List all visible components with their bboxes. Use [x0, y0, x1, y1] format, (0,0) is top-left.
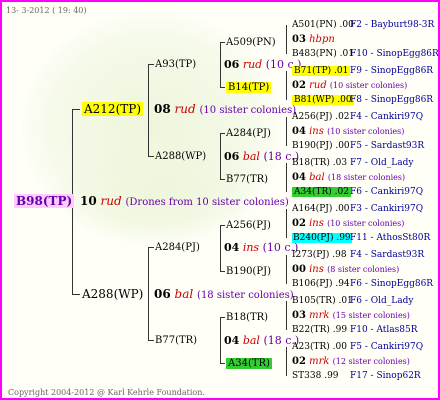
l4-top-7[interactable]: B105(TR) .01	[292, 295, 353, 308]
l4-bot-7-origin: F10 - Atlas85R	[350, 325, 418, 335]
l4-bot-4-origin: F6 - Cankiri97Q	[350, 187, 424, 197]
l2-node-1-info: 06 rud (10 c.)	[224, 58, 302, 71]
l4-top-2-origin: F9 - SinopEgg86R	[350, 66, 434, 76]
l4-mid-5: 02 ins (10 sister colonies)	[292, 218, 405, 229]
l4-bot-6-origin: F6 - SinopEgg86R	[350, 279, 434, 289]
l4-bot-2-origin: F8 - SinopEgg86R	[350, 95, 434, 105]
l3-node-4[interactable]: B77(TR)	[226, 173, 268, 186]
l3-node-8[interactable]: A34(TR)	[226, 357, 272, 370]
l4-mid-6: 00 ins (8 sister colonies)	[292, 264, 400, 275]
l2-node-2[interactable]: A288(WP)	[155, 150, 206, 163]
dam-1-info: 06 bal (18 sister colonies)	[154, 287, 294, 301]
l2-node-3-info: 04 ins (10 c.)	[224, 241, 299, 254]
l4-top-4-origin: F7 - Old_Lady	[350, 158, 414, 168]
sire-1-info: 08 rud (10 sister colonies)	[154, 102, 297, 116]
l3-node-5[interactable]: A256(PJ)	[226, 219, 271, 232]
l4-top-3-origin: F4 - Cankiri97Q	[350, 112, 424, 122]
l4-mid-2: 02 rud (10 sister colonies)	[292, 80, 408, 91]
l3-node-1[interactable]: A509(PN)	[226, 36, 276, 49]
l2-node-4[interactable]: B77(TR)	[155, 334, 197, 347]
dam-1[interactable]: A288(WP)	[82, 287, 143, 302]
l4-top-1-origin: F2 - Bayburt98-3R	[350, 20, 435, 30]
l4-bot-3-origin: F5 - Sardast93R	[350, 141, 425, 151]
l4-bot-6[interactable]: B106(PJ) .94	[292, 278, 350, 291]
l4-bot-5[interactable]: B240(PJ) .99	[292, 232, 352, 245]
root-queen[interactable]: B98(TP)	[14, 194, 75, 209]
l4-top-5[interactable]: A164(PJ) .00	[292, 203, 350, 216]
l3-node-3[interactable]: A284(PJ)	[226, 127, 271, 140]
root-info: 10 rud (Drones from 10 sister colonies)	[80, 194, 289, 208]
l4-bot-2[interactable]: B81(WP) .00	[292, 94, 354, 107]
l4-bot-8[interactable]: ST338 .99	[292, 370, 339, 383]
l4-top-4[interactable]: B18(TR) .03	[292, 157, 347, 170]
l4-top-8-origin: F5 - Cankiri97Q	[350, 342, 424, 352]
l2-node-4-info: 04 bal (18 c.)	[224, 334, 300, 347]
l3-node-2[interactable]: B14(TP)	[226, 81, 272, 94]
l3-node-7[interactable]: B18(TR)	[226, 311, 268, 324]
l4-top-5-origin: F3 - Cankiri97Q	[350, 204, 424, 214]
l4-mid-8: 02 mrk (12 sister colonies)	[292, 356, 410, 367]
l4-bot-7[interactable]: B22(TR) .99	[292, 324, 347, 337]
l4-top-3[interactable]: A256(PJ) .02	[292, 111, 350, 124]
l4-bot-4[interactable]: A34(TR) .02	[292, 186, 351, 199]
l2-node-1[interactable]: A93(TP)	[155, 58, 196, 71]
l2-node-3[interactable]: A284(PJ)	[155, 241, 200, 254]
l3-node-6[interactable]: B190(PJ)	[226, 265, 271, 278]
l4-mid-3: 04 ins (10 sister colonies)	[292, 126, 405, 137]
l4-mid-7: 03 mrk (15 sister colonies)	[292, 310, 410, 321]
l4-top-7-origin: F6 - Old_Lady	[350, 296, 414, 306]
l4-mid-4: 04 bal (18 sister colonies)	[292, 172, 406, 183]
l4-top-2[interactable]: B71(TP) .01	[292, 65, 351, 78]
l4-mid-1: 03 hbpn	[292, 34, 335, 45]
pedigree-frame: 13- 3-2012 ( 19: 40) B98(TP) 10 rud (Dro…	[0, 0, 440, 400]
l2-node-2-info: 06 bal (18 c.)	[224, 150, 300, 163]
l4-top-6-origin: F4 - Sardast93R	[350, 250, 425, 260]
l4-top-6[interactable]: I273(PJ) .98	[292, 249, 347, 262]
l4-bot-1-origin: F10 - SinopEgg86R	[350, 49, 439, 59]
l4-top-8[interactable]: A23(TR) .00	[292, 341, 347, 354]
l4-bot-1[interactable]: B483(PN) .01	[292, 48, 354, 61]
l4-bot-8-origin: F17 - Sinop62R	[350, 371, 421, 381]
sire-1[interactable]: A212(TP)	[82, 102, 144, 117]
footer-copyright: Copyright 2004-2012 @ Karl Kehrle Founda…	[8, 388, 205, 397]
l4-top-1[interactable]: A501(PN) .00	[292, 19, 354, 32]
l4-bot-3[interactable]: B190(PJ) .00	[292, 140, 350, 153]
date-stamp: 13- 3-2012 ( 19: 40)	[6, 6, 87, 15]
l4-bot-5-origin: F11 - AthosSt80R	[350, 233, 431, 243]
